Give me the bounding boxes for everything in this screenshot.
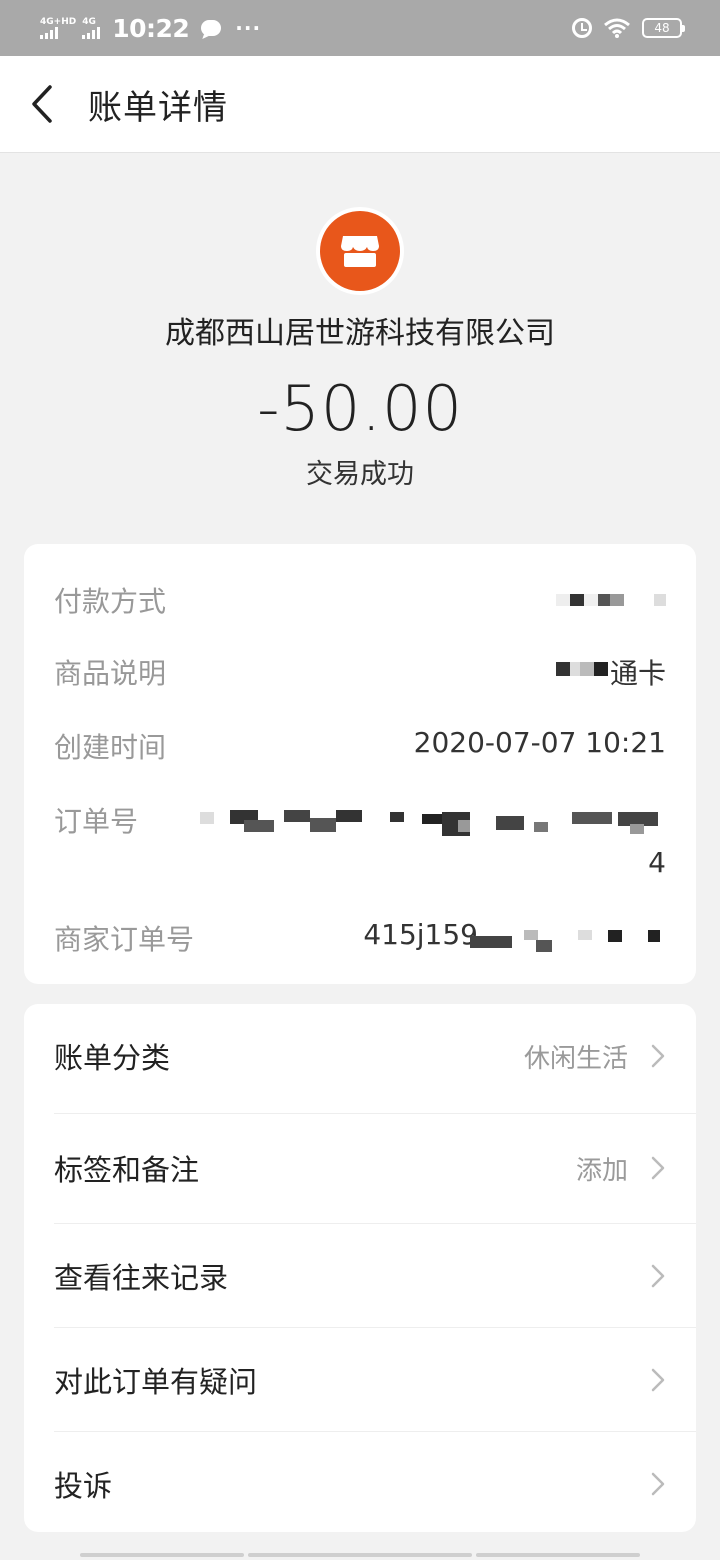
merchant-name: 成都西山居世游科技有限公司 bbox=[165, 316, 555, 351]
signal-indicator-2: 4G bbox=[82, 16, 101, 39]
detail-row-order-number: 订单号 4 bbox=[54, 800, 666, 890]
action-value: 休闲生活 bbox=[523, 1043, 628, 1074]
action-label: 账单分类 bbox=[54, 1041, 171, 1075]
chat-bubble-icon bbox=[201, 20, 222, 36]
chevron-right-icon bbox=[651, 1156, 665, 1180]
chevron-right-icon bbox=[651, 1472, 665, 1496]
detail-label: 付款方式 bbox=[54, 585, 167, 618]
action-complaint[interactable]: 投诉 bbox=[24, 1432, 696, 1532]
detail-value: 通卡 bbox=[609, 657, 666, 690]
detail-value: 4 bbox=[648, 846, 666, 879]
details-card: 付款方式 商品说明 通卡 创建时间 2020-07-07 10:21 订单号 4… bbox=[24, 544, 696, 984]
merchant-avatar-bg bbox=[320, 211, 400, 291]
network-type-1: 4G+HD bbox=[40, 16, 77, 27]
page-title: 账单详情 bbox=[88, 87, 228, 128]
detail-label: 创建时间 bbox=[54, 731, 167, 764]
transaction-status: 交易成功 bbox=[306, 459, 414, 490]
network-type-2: 4G bbox=[82, 16, 96, 27]
detail-row-created-time: 创建时间 2020-07-07 10:21 bbox=[54, 726, 666, 766]
action-bill-category[interactable]: 账单分类 休闲生活 bbox=[24, 1004, 696, 1108]
detail-label: 商家订单号 bbox=[54, 923, 195, 956]
status-time: 10:22 bbox=[112, 13, 190, 43]
detail-label: 订单号 bbox=[54, 805, 139, 838]
signal-bars-icon bbox=[82, 26, 101, 39]
back-button[interactable] bbox=[0, 56, 84, 153]
action-value: 添加 bbox=[575, 1155, 628, 1186]
detail-value: 2020-07-07 10:21 bbox=[413, 726, 666, 759]
action-view-history[interactable]: 查看往来记录 bbox=[24, 1224, 696, 1328]
battery-icon: 48 bbox=[642, 18, 685, 38]
action-label: 查看往来记录 bbox=[54, 1261, 229, 1295]
divider bbox=[54, 1113, 696, 1114]
action-tags-notes[interactable]: 标签和备注 添加 bbox=[24, 1116, 696, 1220]
transaction-amount: -50.00 bbox=[257, 372, 463, 445]
store-icon bbox=[341, 236, 379, 267]
action-order-question[interactable]: 对此订单有疑问 bbox=[24, 1328, 696, 1432]
status-bar: 4G+HD 4G 10:22 ··· 48 bbox=[0, 0, 720, 56]
status-right: 48 bbox=[572, 18, 685, 38]
actions-card: 账单分类 休闲生活 标签和备注 添加 查看往来记录 对此订单有疑问 投诉 bbox=[24, 1004, 696, 1532]
detail-row-payment-method: 付款方式 bbox=[54, 580, 666, 620]
redacted-value bbox=[470, 930, 666, 954]
redacted-value bbox=[200, 806, 680, 836]
chevron-right-icon bbox=[651, 1044, 665, 1068]
bottom-tab-indicator bbox=[80, 1553, 244, 1557]
bottom-tab-indicator bbox=[248, 1553, 472, 1557]
alarm-icon bbox=[572, 18, 592, 38]
action-label: 对此订单有疑问 bbox=[54, 1365, 258, 1399]
chevron-left-icon[interactable] bbox=[30, 84, 54, 124]
more-notifications-icon: ··· bbox=[235, 16, 262, 40]
detail-row-product-desc: 商品说明 通卡 bbox=[54, 652, 666, 692]
status-left: 4G+HD 4G 10:22 ··· bbox=[40, 14, 261, 43]
detail-row-merchant-order-number: 商家订单号 415j159 bbox=[54, 918, 666, 958]
merchant-avatar bbox=[316, 207, 404, 295]
action-label: 标签和备注 bbox=[54, 1153, 200, 1187]
action-label: 投诉 bbox=[54, 1469, 113, 1503]
redacted-value bbox=[556, 662, 608, 676]
redacted-value bbox=[556, 594, 666, 606]
detail-label: 商品说明 bbox=[54, 657, 167, 690]
chevron-right-icon bbox=[651, 1368, 665, 1392]
wifi-icon bbox=[604, 18, 630, 38]
bottom-tab-indicator bbox=[476, 1553, 640, 1557]
nav-bar: 账单详情 bbox=[0, 56, 720, 153]
signal-bars-icon bbox=[40, 26, 58, 39]
signal-indicator-1: 4G+HD bbox=[40, 16, 77, 39]
chevron-right-icon bbox=[651, 1264, 665, 1288]
detail-value: 415j159 bbox=[363, 918, 478, 951]
